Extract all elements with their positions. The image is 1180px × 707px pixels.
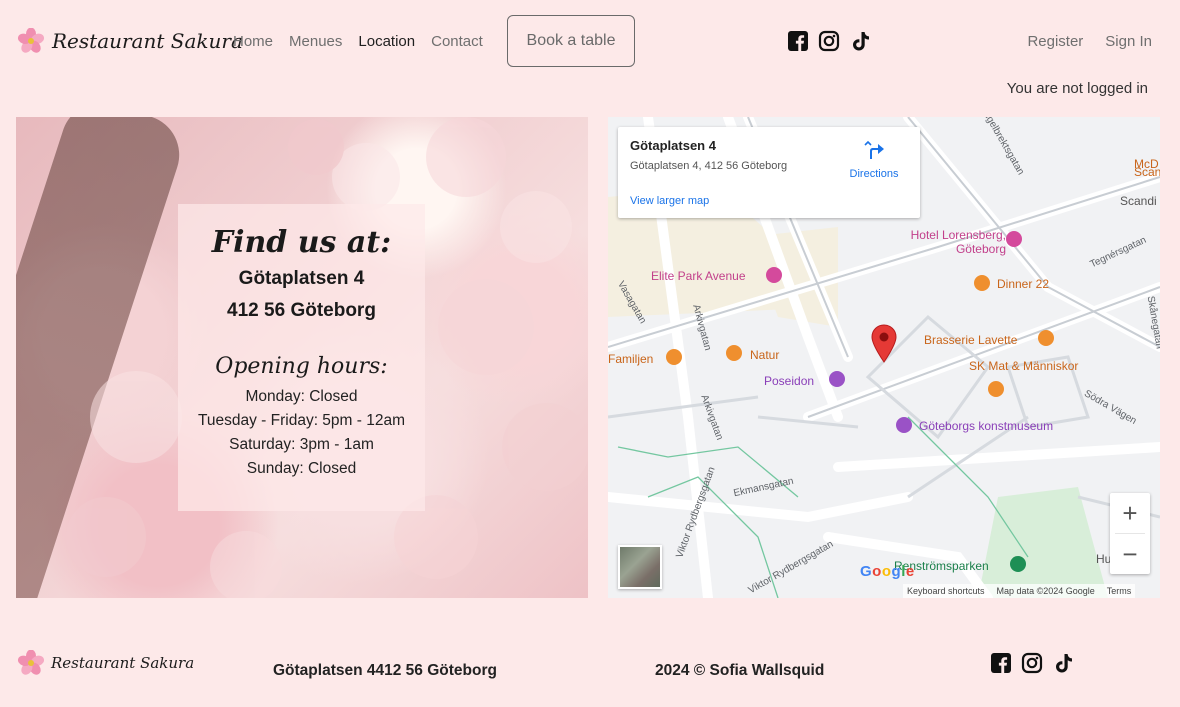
hotel-icon	[1006, 231, 1022, 247]
book-table-button[interactable]: Book a table	[507, 15, 635, 67]
zoom-controls: + −	[1110, 493, 1150, 574]
hours-item: Tuesday - Friday: 5pm - 12am	[197, 412, 406, 429]
footer-social-links	[990, 652, 1074, 674]
navbar: Restaurant Sakura Home Menues Location C…	[0, 0, 1180, 97]
auth-links: Register Sign In	[1027, 33, 1152, 50]
google-logo: Google	[860, 563, 915, 580]
directions-icon	[864, 140, 884, 159]
nav-menues[interactable]: Menues	[289, 33, 342, 50]
tiktok-icon[interactable]	[1052, 652, 1074, 674]
nav-location[interactable]: Location	[358, 33, 415, 50]
restaurant-icon	[726, 345, 742, 361]
find-us-heading: Find us at:	[211, 225, 392, 260]
poi-natur[interactable]: Natur	[750, 348, 779, 362]
facebook-icon[interactable]	[990, 652, 1012, 674]
map-place-title: Götaplatsen 4	[630, 138, 716, 153]
footer-copyright: 2024 © Sofia Wallsquid	[655, 662, 825, 679]
opening-hours-list: Monday: Closed Tuesday - Friday: 5pm - 1…	[178, 385, 425, 481]
poi-scandic[interactable]: Scandi	[1120, 194, 1157, 208]
brand-link[interactable]: Restaurant Sakura	[16, 28, 243, 54]
sakura-logo-icon	[17, 650, 45, 675]
sakura-logo-icon	[17, 28, 45, 53]
map-data-text: Map data ©2024 Google	[996, 586, 1095, 596]
directions-label: Directions	[849, 168, 899, 180]
location-pin-icon[interactable]	[870, 323, 898, 363]
poi-hotel-lorensberg[interactable]: Hotel Lorensberg, Göteborg	[890, 228, 1006, 256]
instagram-icon[interactable]	[1021, 652, 1043, 674]
footer-address: Götaplatsen 4412 56 Göteborg	[273, 662, 497, 679]
facebook-icon[interactable]	[787, 30, 809, 52]
hours-item: Sunday: Closed	[246, 460, 357, 477]
park-icon	[1010, 556, 1026, 572]
nav-home[interactable]: Home	[233, 33, 273, 50]
instagram-icon[interactable]	[818, 30, 840, 52]
restaurant-icon	[988, 381, 1004, 397]
restaurant-icon	[666, 349, 682, 365]
address-line-1: Götaplatsen 4	[238, 268, 365, 289]
poi-dinner-22[interactable]: Dinner 22	[997, 277, 1049, 291]
poi-brasserie-lavette[interactable]: Brasserie Lavette	[924, 333, 1017, 347]
poi-familjen[interactable]: Familjen	[608, 352, 653, 366]
opening-hours-heading: Opening hours:	[215, 354, 388, 379]
sign-in-link[interactable]: Sign In	[1105, 33, 1152, 50]
landmark-icon	[829, 371, 845, 387]
footer-brand[interactable]: Restaurant Sakura	[16, 650, 194, 676]
google-map[interactable]: Götaplatsen 4 Götaplatsen 4, 412 56 Göte…	[608, 117, 1160, 598]
zoom-in-button[interactable]: +	[1110, 493, 1150, 533]
hours-item: Monday: Closed	[245, 388, 358, 405]
nav-contact[interactable]: Contact	[431, 33, 483, 50]
restaurant-icon	[974, 275, 990, 291]
register-link[interactable]: Register	[1027, 33, 1083, 50]
tiktok-icon[interactable]	[849, 30, 871, 52]
map-place-address: Götaplatsen 4, 412 56 Göteborg	[630, 160, 788, 172]
poi-konstmuseum[interactable]: Göteborgs konstmuseum	[919, 419, 1053, 433]
museum-icon	[896, 417, 912, 433]
hotel-icon	[766, 267, 782, 283]
view-larger-map-link[interactable]: View larger map	[630, 195, 709, 207]
restaurant-icon	[1038, 330, 1054, 346]
address-line-2: 412 56 Göteborg	[227, 300, 376, 321]
hours-item: Saturday: 3pm - 1am	[229, 436, 374, 453]
keyboard-shortcuts-link[interactable]: Keyboard shortcuts	[907, 586, 985, 596]
zoom-out-button[interactable]: −	[1110, 534, 1150, 574]
location-card: Find us at: Götaplatsen 4 412 56 Götebor…	[178, 204, 425, 511]
map-info-window: Götaplatsen 4 Götaplatsen 4, 412 56 Göte…	[618, 127, 920, 218]
poi-elite-park-avenue[interactable]: Elite Park Avenue	[651, 269, 746, 283]
terms-link[interactable]: Terms	[1107, 586, 1132, 596]
cherry-blossom-image: Find us at: Götaplatsen 4 412 56 Götebor…	[16, 117, 588, 598]
poi-scand[interactable]: Scand	[1134, 165, 1160, 179]
poi-poseidon[interactable]: Poseidon	[764, 374, 814, 388]
satellite-toggle-button[interactable]	[618, 545, 662, 589]
login-status: You are not logged in	[1006, 80, 1148, 97]
social-links	[787, 30, 871, 52]
brand-name: Restaurant Sakura	[52, 29, 243, 53]
poi-label: Hotel Lorensberg, Göteborg	[910, 228, 1006, 256]
directions-button[interactable]: Directions	[846, 139, 902, 180]
poi-sk-mat[interactable]: SK Mat & Människor	[969, 359, 1078, 373]
footer-brand-name: Restaurant Sakura	[51, 654, 195, 672]
map-attribution: Keyboard shortcuts Map data ©2024 Google…	[903, 584, 1136, 598]
main-nav: Home Menues Location Contact	[233, 33, 499, 50]
